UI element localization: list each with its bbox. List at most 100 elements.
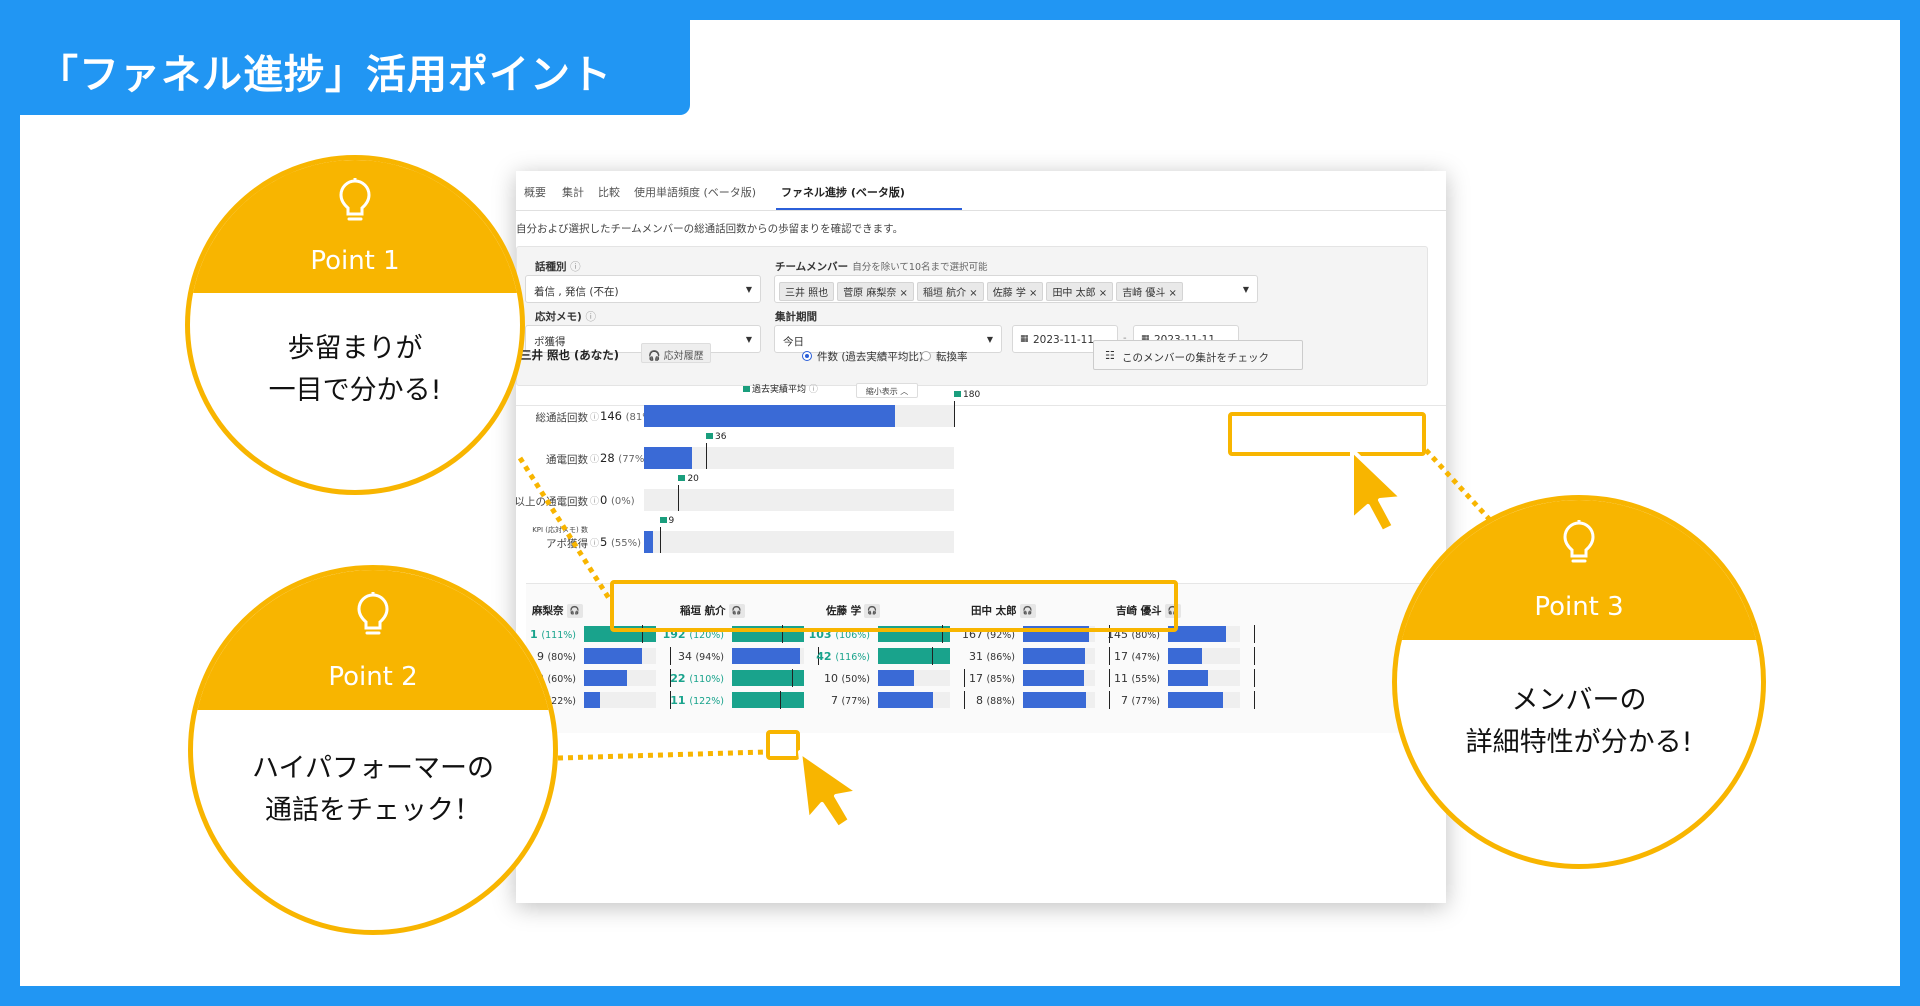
team-metric-percent: (85%) [986,674,1015,685]
collapse-button[interactable]: 縮小表示 ︿ [856,383,918,398]
funnel-row-label: 3分以上の通電回数 [516,496,588,508]
team-member-chip[interactable]: 菅原 麻梨奈 × [837,282,914,301]
chevron-down-icon: ▼ [745,335,752,344]
team-metric-value: 17 (85%) [951,672,1015,685]
point3-text-line1: メンバーの [1511,685,1647,716]
tab-bar: 概要 集計 比較 使用単語頻度 (ベータ版) ファネル進捗 (ベータ版) [516,171,1446,211]
team-metric-number: 22 [670,672,690,685]
highlight-box-headphone [766,730,800,760]
funnel-target-flag: 180 [954,390,980,400]
point3-text-line2: 詳細特性が分かる! [1465,727,1693,758]
funnel-target-marker [706,443,707,469]
team-metric-percent: (116%) [835,652,870,663]
chevron-down-icon: ▼ [745,285,752,294]
tab-word-frequency[interactable]: 使用単語頻度 (ベータ版) [634,184,756,200]
team-member-chip[interactable]: 田中 太郎 × [1046,282,1114,301]
team-metric-value: 10 (50%) [806,672,870,685]
call-type-select[interactable]: 着信 , 発信 (不在) ▼ [525,275,761,303]
tab-funnel-progress[interactable]: ファネル進捗 (ベータ版) [781,184,905,200]
team-member-chip[interactable]: 稲垣 航介 × [916,282,984,301]
team-bar [878,648,950,664]
funnel-value-number: 146 [600,409,626,423]
tab-overview[interactable]: 概要 [524,184,546,200]
point1-text-line1: 歩留まりが [287,333,423,364]
team-member-select[interactable]: 三井 照也 菅原 麻梨奈 × 稲垣 航介 × 佐藤 学 × 田中 太郎 × 吉崎 優斗 ×… [774,275,1258,303]
team-metric-value: 7 (77%) [1096,694,1160,707]
lightbulb-icon [339,178,371,221]
team-metric-number: 7 [830,694,842,707]
funnel-bar [644,405,896,427]
headphone-icon[interactable]: 🎧 [566,604,583,618]
tab-compare[interactable]: 比較 [598,184,620,200]
funnel-value-number: 5 [600,535,611,549]
team-metric-percent: (77%) [841,696,870,707]
team-bar [584,648,642,664]
team-bar [1023,648,1085,664]
active-tab-indicator [776,208,962,210]
team-metric-percent: (110%) [689,674,724,685]
team-metric-value: 11 (122%) [660,694,724,707]
funnel-value-number: 28 [600,451,619,465]
team-metric-number: 10 [823,672,842,685]
funnel-row-sublabel: KPI (応対メモ) 数 [532,526,588,534]
team-metric-percent: (55%) [1131,674,1160,685]
team-target-marker [780,691,782,709]
team-metric-percent: (122%) [689,696,724,707]
team-target-marker [931,647,933,665]
point1-label: Point 1 [310,246,400,276]
highlight-box-check-button [1228,412,1426,456]
funnel-target-flag: 36 [706,432,726,442]
point1-text-line2: 一目で分かる! [268,375,442,406]
team-target-marker [1254,647,1256,665]
point2-label: Point 2 [328,662,418,692]
team-metric-number: 34 [677,650,696,663]
team-metric-value: 8 (88%) [951,694,1015,707]
point2-text-line1: ハイパフォーマーの [252,753,494,784]
funnel-target-flag: 9 [659,516,674,526]
banner-title: 「ファネル進捗」活用ポイント [38,52,612,98]
member-name: 三井 照也 (あなた) [520,348,620,362]
point3-label: Point 3 [1534,592,1624,622]
benchmark-legend: 過去実績平均 ⓘ [743,382,818,395]
team-metric-value: 22 (110%) [660,672,724,685]
radio-count[interactable]: 件数 (過去実績平均比) [802,349,923,364]
app-window: 概要 集計 比較 使用単語頻度 (ベータ版) ファネル進捗 (ベータ版) 自分お… [516,171,1446,903]
team-metric-number: 17 [1113,650,1132,663]
page-description: 自分および選択したチームメンバーの総通話回数からの歩留まりを確認できます。 [516,223,904,235]
team-metric-value: 7 (77%) [806,694,870,707]
team-bar [732,648,800,664]
member-summary-check-button[interactable]: ☷ このメンバーの集計をチェック [1093,340,1303,370]
lightbulb-icon [357,592,389,635]
highlight-box-funnel-row [610,580,1178,632]
team-bar [878,692,934,708]
calendar-icon: ▦ [1020,334,1029,344]
team-metric-value: 11 (55%) [1096,672,1160,685]
team-bar [1023,692,1087,708]
team-metric-number: 11 [670,694,690,707]
funnel-bar-track [644,531,954,553]
funnel-row-label: アポ獲得 [546,538,588,550]
team-bar [1023,670,1085,686]
tab-summary[interactable]: 集計 [562,184,584,200]
funnel-target-marker [954,401,955,427]
funnel-value-percent: (0%) [610,496,635,507]
radio-rate[interactable]: 転換率 [921,349,968,364]
team-metric-percent: (47%) [1131,652,1160,663]
title-banner: 「ファネル進捗」活用ポイント [20,20,690,115]
funnel-row-label: 通電回数 [546,454,588,466]
point3-callout: Point 3 メンバーの 詳細特性が分かる! [1392,495,1766,869]
team-metric-percent: (77%) [1131,696,1160,707]
call-history-button[interactable]: 🎧 応対履歴 [641,343,711,363]
memo-label: 応対メモ) ⓘ [535,311,596,323]
team-metric-number: 8 [975,694,987,707]
team-member-chip[interactable]: 三井 照也 [779,282,835,301]
point2-text-line2: 通話をチェック！ [265,795,481,826]
chevron-down-icon: ▼ [986,335,993,344]
flag-icon [706,433,713,439]
info-icon: ⓘ [590,539,600,549]
team-member-chip[interactable]: 佐藤 学 × [986,282,1044,301]
team-bar [1168,670,1208,686]
funnel-value-number: 0 [600,493,611,507]
team-member-chip[interactable]: 吉崎 優斗 × [1116,282,1183,301]
team-target-marker [1254,625,1256,643]
